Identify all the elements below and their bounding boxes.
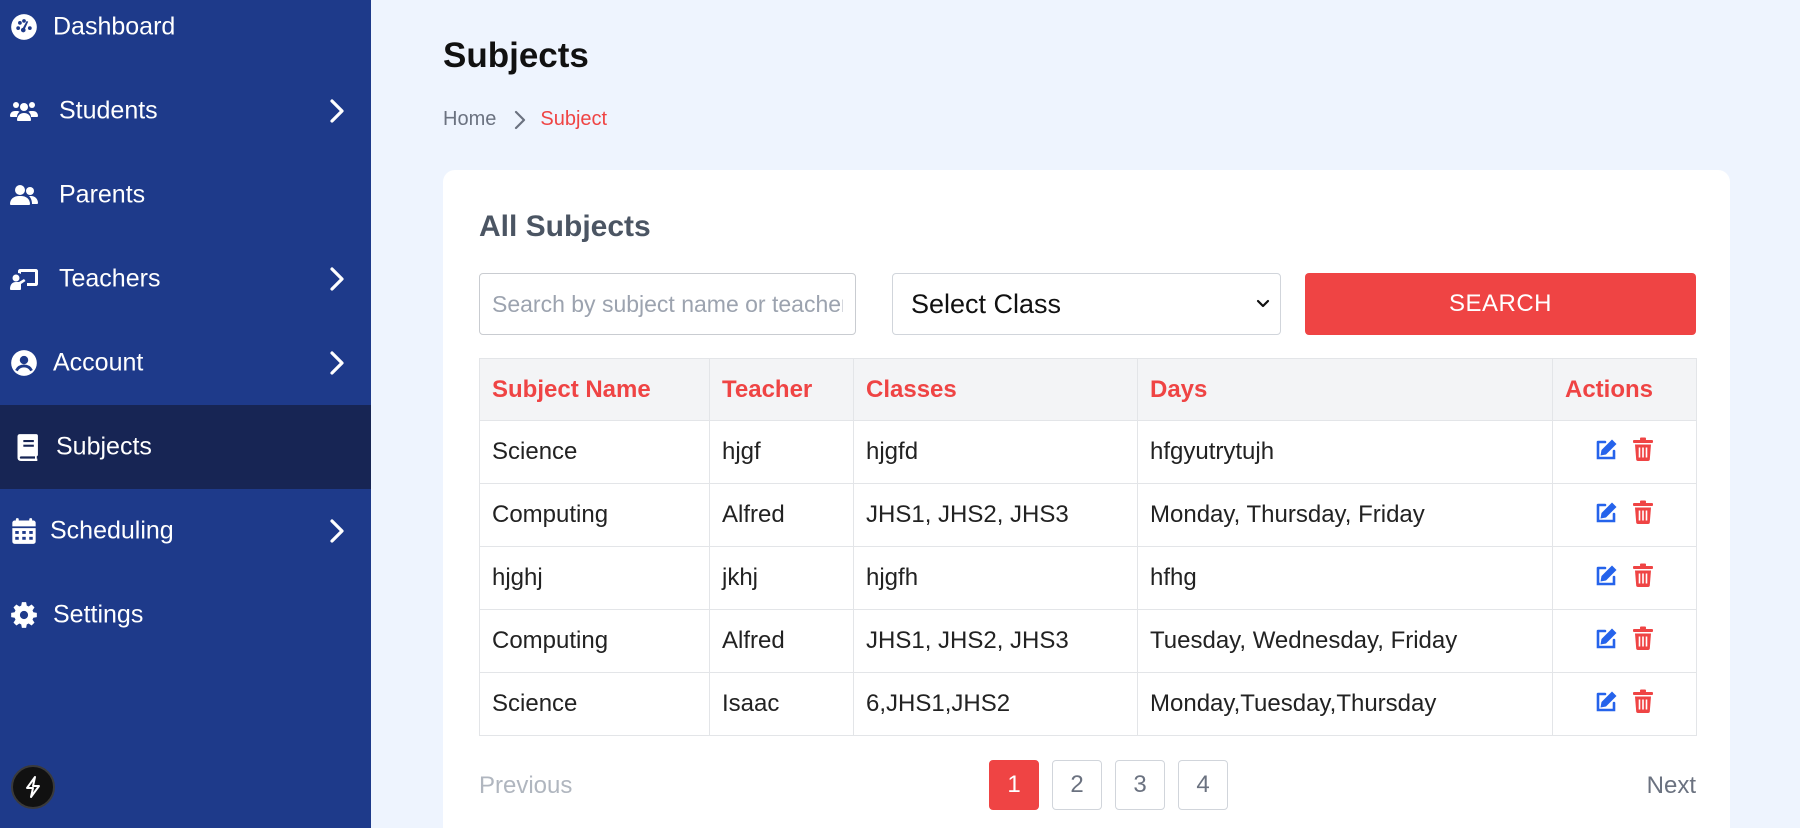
sidebar-item-label: Parents [59,180,146,209]
cell-days: hfgyutrytujh [1137,420,1553,484]
user-group-icon [10,181,38,209]
sidebar-item-label: Settings [53,600,144,629]
cell-classes: hjgfd [853,420,1138,484]
chevron-right-icon [327,518,347,544]
cell-teacher: Alfred [709,483,854,547]
search-button[interactable]: SEARCH [1305,273,1696,335]
cell-teacher: Isaac [709,672,854,736]
page-button-4[interactable]: 4 [1178,760,1228,810]
chevron-right-icon [327,266,347,292]
cell-classes: JHS1, JHS2, JHS3 [853,609,1138,673]
sidebar-item-dashboard[interactable]: Dashboard [0,0,371,69]
gear-icon [10,601,38,629]
sidebar: Dashboard Students Parents Teachers Acco… [0,0,371,828]
sidebar-item-label: Subjects [56,432,152,461]
sidebar-item-label: Teachers [59,264,161,293]
table-row: Science Isaac 6,JHS1,JHS2 Monday,Tuesday… [479,672,1697,736]
edit-icon[interactable] [1594,688,1620,714]
cell-days: Tuesday, Wednesday, Friday [1137,609,1553,673]
cell-subject: Science [479,420,710,484]
sidebar-item-label: Scheduling [50,516,174,545]
column-header-actions: Actions [1552,358,1697,421]
sidebar-item-scheduling[interactable]: Scheduling [0,489,371,573]
cell-subject: Computing [479,483,710,547]
sidebar-item-parents[interactable]: Parents [0,153,371,237]
cell-actions [1552,483,1697,547]
trash-icon[interactable] [1630,688,1656,714]
chalkboard-teacher-icon [10,265,38,293]
breadcrumb: Home Subject [443,108,607,131]
trash-icon[interactable] [1630,562,1656,588]
class-select[interactable]: Select Class [892,273,1281,335]
breadcrumb-home-link[interactable]: Home [443,108,496,131]
breadcrumb-current: Subject [540,108,608,130]
bolt-icon [26,776,40,798]
cell-classes: hjgfh [853,546,1138,610]
cell-actions [1552,546,1697,610]
chevron-right-icon [327,98,347,124]
trash-icon[interactable] [1630,499,1656,525]
cell-teacher: jkhj [709,546,854,610]
edit-icon[interactable] [1594,562,1620,588]
bolt-button[interactable] [11,765,55,809]
cell-days: hfhg [1137,546,1553,610]
search-input[interactable] [479,273,856,335]
cell-actions [1552,420,1697,484]
cell-days: Monday,Tuesday,Thursday [1137,672,1553,736]
page-button-3[interactable]: 3 [1115,760,1165,810]
sidebar-item-teachers[interactable]: Teachers [0,237,371,321]
cell-subject: Science [479,672,710,736]
table-header-row: Subject Name Teacher Classes Days Action… [479,358,1697,421]
edit-icon[interactable] [1594,499,1620,525]
table-row: Computing Alfred JHS1, JHS2, JHS3 Tuesda… [479,609,1697,673]
pagination: Previous 1 2 3 4 Next [443,760,1730,810]
class-select-value: Select Class [911,288,1062,319]
cell-actions [1552,672,1697,736]
edit-icon[interactable] [1594,436,1620,462]
column-header-subject-name[interactable]: Subject Name [479,358,710,421]
cell-subject: hjghj [479,546,710,610]
cell-teacher: hjgf [709,420,854,484]
sidebar-item-label: Students [59,96,158,125]
table-row: Science hjgf hjgfd hfgyutrytujh [479,420,1697,484]
subjects-card: All Subjects Select Class SEARCH Subject… [443,170,1730,828]
book-icon [14,433,42,461]
column-header-classes[interactable]: Classes [853,358,1138,421]
sidebar-item-students[interactable]: Students [0,69,371,153]
cell-classes: JHS1, JHS2, JHS3 [853,483,1138,547]
cell-subject: Computing [479,609,710,673]
table-row: Computing Alfred JHS1, JHS2, JHS3 Monday… [479,483,1697,547]
dashboard-icon [10,13,38,41]
next-page-button[interactable]: Next [1647,772,1696,800]
trash-icon[interactable] [1630,625,1656,651]
column-header-teacher[interactable]: Teacher [709,358,854,421]
sidebar-item-account[interactable]: Account [0,321,371,405]
page-button-1[interactable]: 1 [989,760,1039,810]
column-header-days[interactable]: Days [1137,358,1553,421]
sidebar-item-subjects[interactable]: Subjects [0,405,371,489]
subjects-table: Subject Name Teacher Classes Days Action… [479,358,1697,736]
table-row: hjghj jkhj hjgfh hfhg [479,546,1697,610]
cell-actions [1552,609,1697,673]
cell-teacher: Alfred [709,609,854,673]
sidebar-item-label: Account [53,348,144,377]
edit-icon[interactable] [1594,625,1620,651]
users-icon [10,97,38,125]
cell-days: Monday, Thursday, Friday [1137,483,1553,547]
calendar-icon [10,517,38,545]
previous-page-button[interactable]: Previous [479,772,572,800]
chevron-down-icon [1256,299,1270,309]
trash-icon[interactable] [1630,436,1656,462]
page-button-2[interactable]: 2 [1052,760,1102,810]
user-circle-icon [10,349,38,377]
chevron-right-icon [514,110,526,130]
card-title: All Subjects [479,210,651,243]
page-numbers: 1 2 3 4 [989,760,1228,810]
page-title: Subjects [443,36,589,75]
sidebar-item-label: Dashboard [53,12,176,41]
chevron-right-icon [327,350,347,376]
cell-classes: 6,JHS1,JHS2 [853,672,1138,736]
sidebar-item-settings[interactable]: Settings [0,573,371,657]
